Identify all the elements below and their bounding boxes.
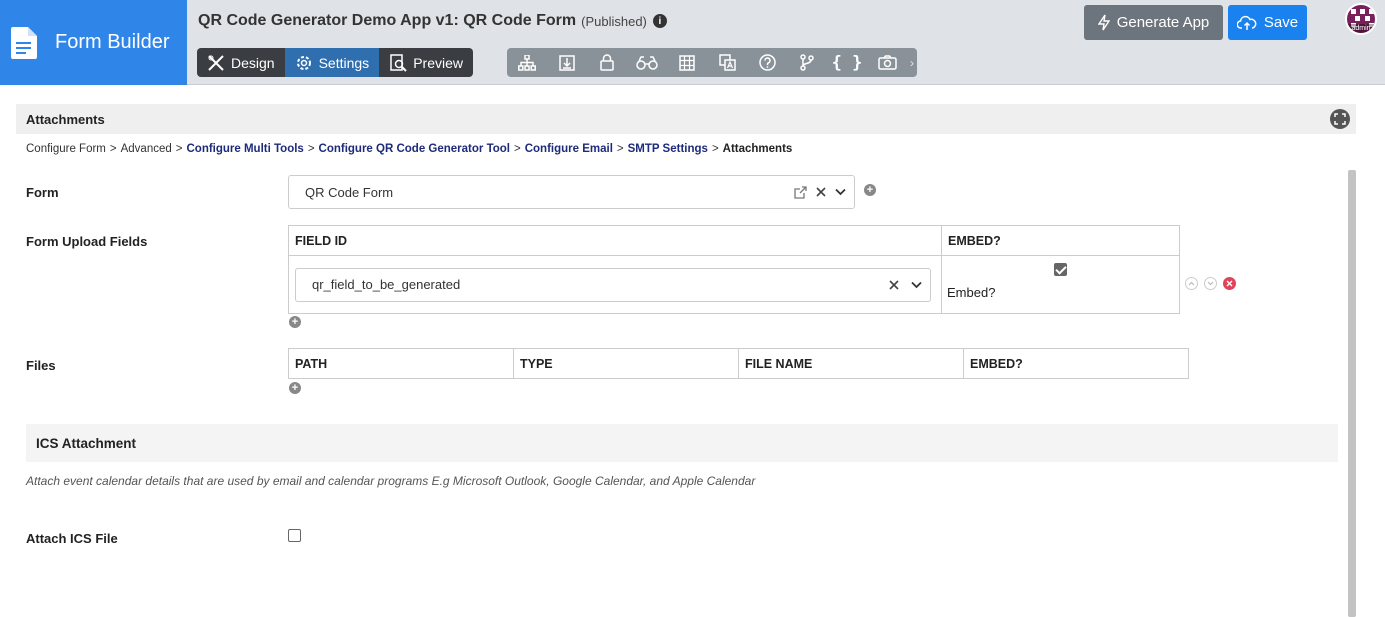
breadcrumb-separator: > [616,143,624,155]
breadcrumb-separator: > [175,143,183,155]
info-icon[interactable]: i [652,14,667,28]
form-label: Form [26,185,59,200]
download-icon[interactable] [547,48,587,77]
chevron-right-icon[interactable]: › [907,56,917,70]
expand-icon[interactable] [1330,109,1350,129]
avatar-label: admin [1347,24,1375,33]
mode-settings-label: Settings [318,54,370,71]
brand-name: Form Builder [55,31,170,53]
breadcrumb-separator: > [109,143,117,155]
field-id-select[interactable]: qr_field_to_be_generated [295,267,931,302]
attach-ics-checkbox[interactable] [288,529,301,542]
external-link-icon[interactable] [794,185,807,199]
help-icon[interactable] [747,48,787,77]
upload-fields-table: FIELD ID EMBED? qr_field_to_be_generated… [288,225,1180,314]
breadcrumb-separator: > [307,143,315,155]
top-bar: Form Builder QR Code Generator Demo App … [0,0,1385,85]
lightning-icon [1097,14,1110,31]
column-header-path: PATH [288,348,514,379]
remove-row-icon[interactable] [1223,277,1236,290]
column-header-embed: EMBED? [963,348,1189,379]
breadcrumb-separator: > [711,143,719,155]
column-header-embed: EMBED? [941,225,1180,256]
table-icon[interactable] [667,48,707,77]
breadcrumb-configure-form[interactable]: Configure Form [26,143,106,155]
section-title: Attachments [26,111,105,127]
mode-switcher: Design Settings Preview [197,48,473,77]
mode-preview-label: Preview [413,54,463,71]
clear-icon[interactable] [816,187,826,197]
breadcrumb-configure-multi-tools[interactable]: Configure Multi Tools [186,143,303,155]
table-row: qr_field_to_be_generated Embed? [288,255,1180,314]
row-controls [1185,277,1236,290]
attach-ics-label: Attach ICS File [26,531,118,546]
breadcrumb-smtp-settings[interactable]: SMTP Settings [628,143,708,155]
column-header-type: TYPE [513,348,739,379]
generate-app-button[interactable]: Generate App [1084,5,1223,40]
ics-title: ICS Attachment [36,435,137,451]
document-icon [11,26,37,59]
binoculars-icon[interactable] [627,48,667,77]
embed-checkbox[interactable] [1054,263,1067,276]
tools-toolbar: { } › [507,48,917,77]
files-label: Files [26,358,56,373]
app-title: QR Code Generator Demo App v1: QR Code F… [198,12,667,30]
generate-app-label: Generate App [1116,14,1210,31]
publish-status: (Published) [581,13,647,29]
move-up-icon[interactable] [1185,277,1198,290]
save-label: Save [1263,14,1299,31]
camera-icon[interactable] [867,48,907,77]
chevron-down-icon[interactable] [911,281,922,289]
breadcrumb: Configure Form > Advanced > Configure Multi … [26,143,792,155]
scrollbar[interactable] [1348,170,1356,617]
breadcrumb-configure-qr-tool[interactable]: Configure QR Code Generator Tool [319,143,510,155]
lock-icon[interactable] [587,48,627,77]
form-select[interactable]: QR Code Form [288,175,855,209]
breadcrumb-current: Attachments [722,143,793,155]
mode-design-button[interactable]: Design [197,48,285,77]
embed-label: Embed? [947,285,996,300]
preview-icon [390,53,407,72]
column-header-field-id: FIELD ID [288,225,942,256]
translate-icon[interactable] [707,48,747,77]
move-down-icon[interactable] [1204,277,1217,290]
upload-fields-label: Form Upload Fields [26,234,148,249]
brand[interactable]: Form Builder [0,0,187,85]
field-id-value: qr_field_to_be_generated [312,277,461,292]
column-header-file-name: FILE NAME [738,348,964,379]
ics-description: Attach event calendar details that are u… [26,474,756,488]
form-select-value: QR Code Form [305,184,394,200]
clear-icon[interactable] [889,279,899,290]
avatar[interactable]: admin [1345,3,1377,35]
mode-settings-button[interactable]: Settings [284,48,380,77]
add-form-icon[interactable]: + [864,184,876,196]
branch-icon[interactable] [787,48,827,77]
breadcrumb-separator: > [514,143,521,155]
mode-preview-button[interactable]: Preview [379,48,473,77]
ics-section-header: ICS Attachment [26,424,1338,462]
mode-design-label: Design [231,54,275,71]
code-braces-icon[interactable]: { } [827,48,867,77]
section-header: Attachments [16,104,1356,134]
chevron-down-icon[interactable] [835,188,846,196]
breadcrumb-configure-email[interactable]: Configure Email [525,143,613,155]
add-upload-field-icon[interactable]: + [289,316,301,328]
app-title-text: QR Code Generator Demo App v1: QR Code F… [198,12,577,29]
hierarchy-icon[interactable] [507,48,547,77]
design-tools-icon [208,54,224,71]
files-table: PATH TYPE FILE NAME EMBED? [288,348,1189,379]
save-button[interactable]: Save [1228,5,1307,40]
gear-icon [296,55,311,70]
breadcrumb-advanced[interactable]: Advanced [121,143,172,155]
cloud-upload-icon [1236,15,1257,30]
add-file-icon[interactable]: + [289,382,301,394]
